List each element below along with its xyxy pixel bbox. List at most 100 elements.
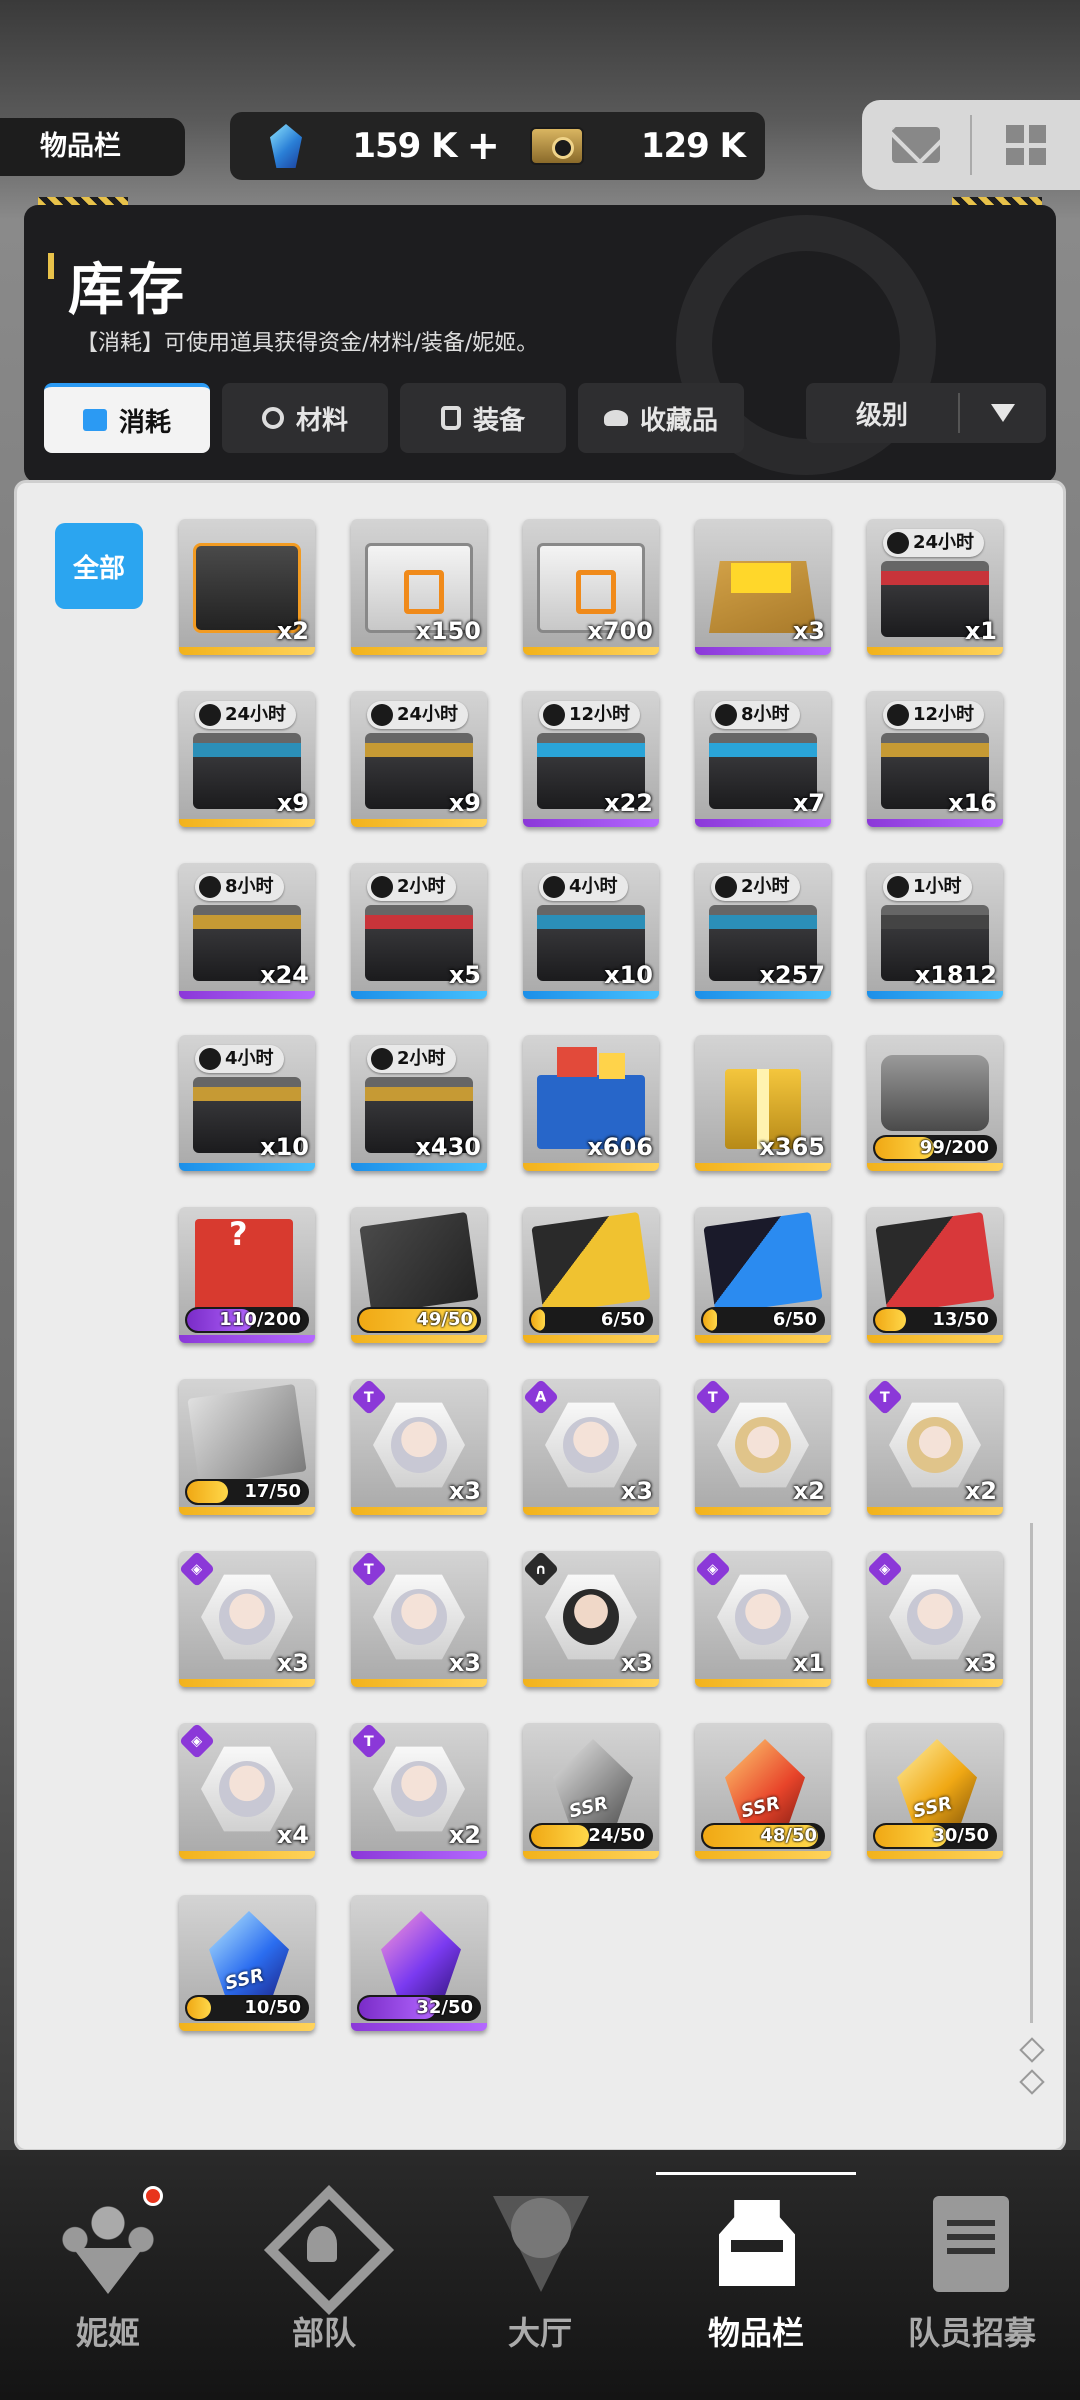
rarity-bar	[695, 647, 831, 655]
rarity-bar	[179, 1507, 315, 1515]
inventory-item[interactable]: 4小时 x10	[523, 863, 659, 999]
inventory-item[interactable]: x606	[523, 1035, 659, 1171]
progress-text: 13/50	[932, 1309, 989, 1330]
scrollbar[interactable]	[1030, 1523, 1033, 2023]
scroll-indicator	[1017, 2037, 1047, 2105]
inventory-item[interactable]: 17/50	[179, 1379, 315, 1515]
item-count: x700	[587, 617, 653, 645]
inventory-item[interactable]: 49/50	[351, 1207, 487, 1343]
inventory-item[interactable]: 4小时 x10	[179, 1035, 315, 1171]
menu-button[interactable]	[972, 100, 1080, 190]
add-gem-button[interactable]: +	[466, 123, 500, 169]
inventory-item[interactable]: 24小时 x9	[351, 691, 487, 827]
item-count: x3	[792, 617, 825, 645]
progress-bar: 110/200	[185, 1307, 309, 1333]
inventory-item[interactable]: ◈ x1	[695, 1551, 831, 1687]
rarity-bar	[695, 991, 831, 999]
inventory-item[interactable]: x3	[695, 519, 831, 655]
sort-dropdown[interactable]: 级别	[806, 383, 1046, 443]
inventory-item[interactable]: x700	[523, 519, 659, 655]
inventory-item[interactable]: Ax3	[523, 1379, 659, 1515]
rarity-bar	[351, 991, 487, 999]
inventory-item[interactable]: SSR 24/50	[523, 1723, 659, 1859]
inventory-item[interactable]: Tx2	[695, 1379, 831, 1515]
nav-nikke[interactable]: 妮姬	[0, 2150, 216, 2400]
inventory-item[interactable]: SSR 10/50	[179, 1895, 315, 2031]
tab-materials[interactable]: 材料	[222, 383, 388, 453]
inventory-item[interactable]: 13/50	[867, 1207, 1003, 1343]
collectible-icon	[603, 410, 628, 426]
scroll-marker-icon	[1019, 2037, 1045, 2063]
inventory-item[interactable]: 110/200	[179, 1207, 315, 1343]
inventory-item[interactable]: 99/200	[867, 1035, 1003, 1171]
inventory-item[interactable]: 32/50	[351, 1895, 487, 2031]
item-grid: x2 x150 x700 x3 24小时 x1 24小时 x9 24小时 x9 12小时 x22 8小时…	[179, 519, 1039, 2031]
inventory-item[interactable]: 6/50	[523, 1207, 659, 1343]
item-count: x1	[792, 1649, 825, 1677]
inventory-item[interactable]: 6/50	[695, 1207, 831, 1343]
progress-fill	[703, 1309, 718, 1331]
recruit-icon	[917, 2190, 1027, 2300]
sort-label: 级别	[855, 400, 908, 431]
inventory-item[interactable]: 8小时 x24	[179, 863, 315, 999]
inventory-item[interactable]: 2小时 x257	[695, 863, 831, 999]
tab-label: 消耗	[118, 407, 171, 438]
nav-squad[interactable]: 部队	[216, 2150, 432, 2400]
inventory-item[interactable]: x365	[695, 1035, 831, 1171]
rarity-bar	[179, 991, 315, 999]
tab-consumables[interactable]: 消耗	[44, 383, 210, 453]
inventory-item[interactable]: ◈ x3	[179, 1551, 315, 1687]
inventory-item[interactable]: 24小时 x1	[867, 519, 1003, 655]
inventory-item[interactable]: ◈ x3	[867, 1551, 1003, 1687]
inventory-item[interactable]: SSR 30/50	[867, 1723, 1003, 1859]
inventory-item[interactable]: 12小时 x16	[867, 691, 1003, 827]
inventory-item[interactable]: 24小时 x9	[179, 691, 315, 827]
gem-currency[interactable]: 159 K +	[270, 112, 500, 180]
inventory-item[interactable]: 8小时 x7	[695, 691, 831, 827]
notification-dot	[143, 2186, 163, 2206]
nav-inventory[interactable]: 物品栏	[648, 2150, 864, 2400]
inventory-item[interactable]: ◈ x4	[179, 1723, 315, 1859]
tab-collectibles[interactable]: 收藏品	[578, 383, 744, 453]
filter-all-button[interactable]: 全部	[55, 523, 143, 609]
item-image	[531, 1211, 651, 1315]
manufacturer-badge-icon: ◈	[179, 1723, 216, 1760]
inventory-item[interactable]: 12小时 x22	[523, 691, 659, 827]
inventory-item[interactable]: ∩ x3	[523, 1551, 659, 1687]
inventory-item[interactable]: SSR 48/50	[695, 1723, 831, 1859]
item-count: x10	[604, 961, 653, 989]
rarity-bar	[867, 647, 1003, 655]
top-bar: 物品栏 159 K + 129 K	[0, 0, 1080, 200]
progress-text: 17/50	[244, 1481, 301, 1502]
manufacturer-badge-icon: ∩	[523, 1551, 560, 1588]
inventory-item[interactable]: Tx2	[351, 1723, 487, 1859]
item-image	[897, 1739, 977, 1835]
item-count: x9	[276, 789, 309, 817]
item-count: x24	[260, 961, 309, 989]
inventory-item[interactable]: Tx3	[351, 1379, 487, 1515]
inventory-item[interactable]: x150	[351, 519, 487, 655]
nav-lobby[interactable]: 大厅	[432, 2150, 648, 2400]
ticket-currency: 129 K	[530, 112, 746, 180]
inventory-item[interactable]: x2	[179, 519, 315, 655]
bottom-navigation: 妮姬 部队 大厅 物品栏 队员招募	[0, 2150, 1080, 2400]
item-image	[875, 1211, 995, 1315]
inventory-item[interactable]: 1小时 x1812	[867, 863, 1003, 999]
tab-equipment[interactable]: 装备	[400, 383, 566, 453]
inventory-item[interactable]: 2小时 x5	[351, 863, 487, 999]
rarity-bar	[351, 647, 487, 655]
rarity-bar	[351, 1507, 487, 1515]
manufacturer-badge-icon: ◈	[695, 1551, 732, 1588]
rarity-bar	[523, 1335, 659, 1343]
equipment-icon	[440, 406, 461, 430]
inventory-item[interactable]: 2小时 x430	[351, 1035, 487, 1171]
item-image	[359, 1211, 479, 1315]
inventory-header: 库存 【消耗】可使用道具获得资金/材料/装备/妮姬。 消耗 材料 装备 收藏品 …	[24, 197, 1056, 483]
inventory-item[interactable]: Tx3	[351, 1551, 487, 1687]
progress-bar: 48/50	[701, 1823, 825, 1849]
progress-bar: 49/50	[357, 1307, 481, 1333]
inventory-item[interactable]: Tx2	[867, 1379, 1003, 1515]
item-count: x2	[448, 1821, 481, 1849]
nav-recruit[interactable]: 队员招募	[864, 2150, 1080, 2400]
mail-button[interactable]	[862, 100, 970, 190]
